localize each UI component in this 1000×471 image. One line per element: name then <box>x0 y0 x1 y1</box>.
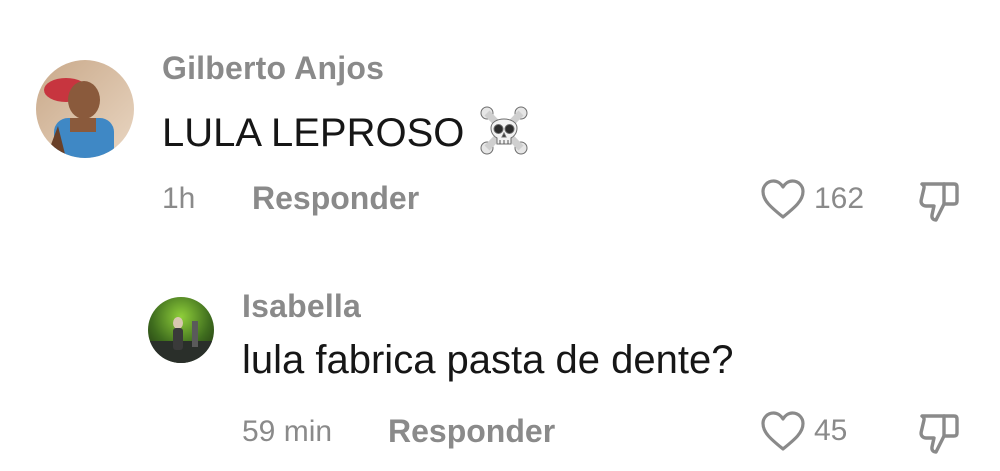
avatar[interactable] <box>148 297 214 363</box>
thumbs-down-icon <box>919 414 959 454</box>
reply-button[interactable]: Responder <box>388 413 555 450</box>
like-count: 162 <box>814 182 865 215</box>
heart-icon <box>761 411 805 451</box>
comment-timestamp: 1h <box>162 182 196 215</box>
thumbs-down-icon <box>919 182 959 222</box>
dislike-button[interactable] <box>916 408 964 456</box>
comment-timestamp: 59 min <box>242 415 333 448</box>
comment-text: lula fabrica pasta de dente? <box>242 338 734 382</box>
like-button[interactable]: 162 <box>760 176 864 222</box>
comment-item: Gilberto Anjos LULA LEPROSO 1h Responder… <box>0 0 1000 240</box>
comment-username[interactable]: Isabella <box>242 288 361 325</box>
dislike-button[interactable] <box>916 176 964 224</box>
skull-and-crossbones-icon <box>478 104 530 167</box>
heart-icon <box>761 179 805 219</box>
like-button[interactable]: 45 <box>760 408 847 454</box>
comment-text-content: LULA LEPROSO <box>162 111 465 156</box>
reply-comment-item: Isabella lula fabrica pasta de dente? 59… <box>0 240 1000 471</box>
avatar[interactable] <box>36 60 134 158</box>
comment-text: LULA LEPROSO <box>162 104 530 167</box>
like-count: 45 <box>814 414 848 447</box>
reply-button[interactable]: Responder <box>252 180 419 217</box>
comment-username[interactable]: Gilberto Anjos <box>162 50 384 87</box>
